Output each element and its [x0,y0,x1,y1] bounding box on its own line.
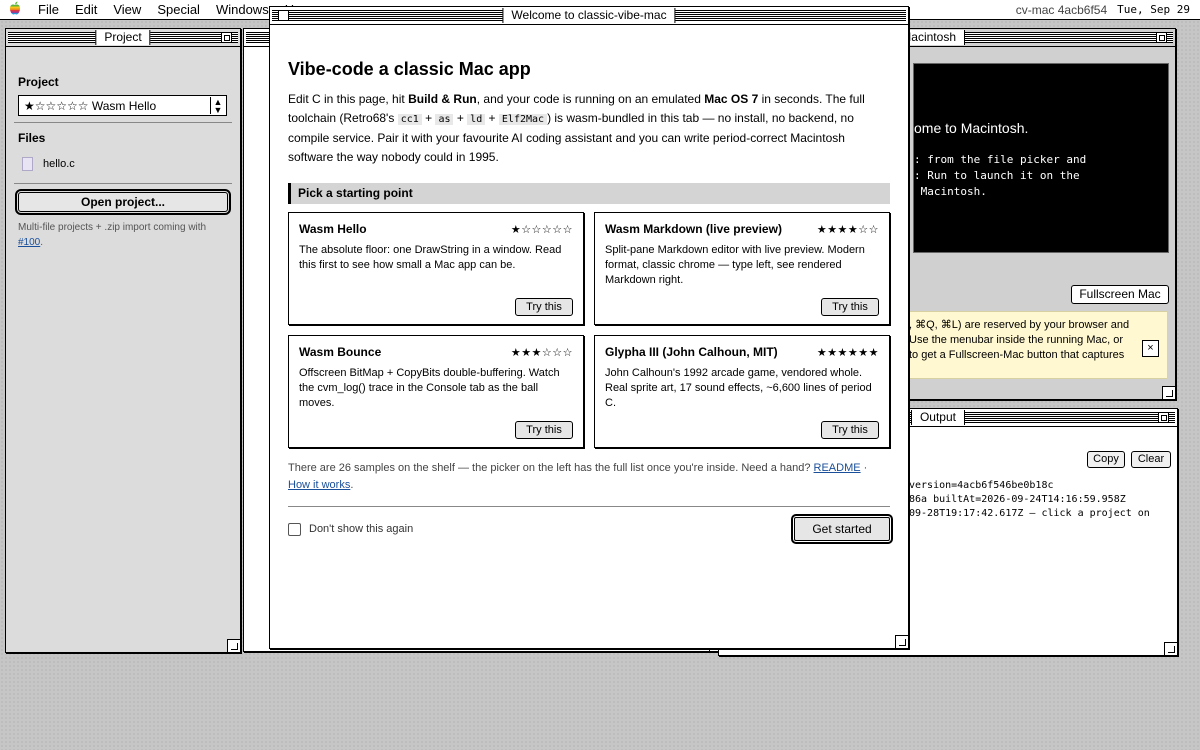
sample-card: Wasm Markdown (live preview) ★★★★☆☆ Spli… [594,212,890,325]
fullscreen-mac-button[interactable]: Fullscreen Mac [1071,285,1169,304]
select-arrows-icon: ▲ ▼ [210,97,225,115]
project-panel: Project ★☆☆☆☆☆ Wasm Hello ▲ ▼ Files hello… [6,47,240,262]
welcome-titlebar[interactable]: Welcome to classic-vibe-mac [270,7,908,25]
checkbox-label: Don't show this again [309,523,414,535]
sample-card: Glypha III (John Calhoun, MIT) ★★★★★★ Jo… [594,335,890,448]
try-this-button[interactable]: Try this [821,298,879,316]
copy-button[interactable]: Copy [1087,451,1125,468]
checkbox-icon[interactable] [288,522,301,536]
emulator-welcome-text: ome to Macintosh. [914,120,1029,136]
code-as: as [435,114,454,125]
project-select-value: ★☆☆☆☆☆ Wasm Hello [24,98,157,113]
menu-file[interactable]: File [30,0,67,20]
project-label: Project [18,75,59,89]
link-separator: · [860,462,868,474]
build-id: cv-mac 4acb6f54 [1015,3,1108,17]
macintosh-grow-box[interactable] [1162,386,1176,400]
get-started-button[interactable]: Get started [791,514,893,544]
import-note-end: . [40,237,44,248]
card-description: The absolute floor: one DrawString in a … [299,244,562,271]
card-title: Glypha III (John Calhoun, MIT) [605,345,778,359]
welcome-dialog: Welcome to classic-vibe-mac Vibe-code a … [269,6,909,649]
menu-edit[interactable]: Edit [67,0,105,20]
card-title: Wasm Markdown (live preview) [605,222,782,236]
card-description: Offscreen BitMap + CopyBits double-buffe… [299,367,560,409]
dialog-heading: Vibe-code a classic Mac app [288,59,531,79]
code-ld: ld [467,114,486,125]
card-description: John Calhoun's 1992 arcade game, vendore… [605,367,872,409]
samples-note: There are 26 samples on the shelf — the … [288,460,890,494]
dialog-intro: Edit C in this page, hit Build & Run, an… [288,90,890,167]
menu-windows[interactable]: Windows [208,0,277,20]
intro-build-run: Build & Run [408,92,477,106]
output-window-title: Output [910,410,965,425]
divider [14,183,232,184]
emulator-screen[interactable]: ome to Macintosh. : from the file picker… [913,63,1169,253]
readme-link[interactable]: README [814,462,861,474]
dialog-grow-box[interactable] [895,635,909,649]
intro-text: Edit C in this page, hit [288,92,409,106]
code-elf2mac: Elf2Mac [498,114,548,125]
menubar-clock: Tue, Sep 29 [1117,3,1190,16]
how-it-works-link[interactable]: How it works [288,479,350,491]
try-this-button[interactable]: Try this [515,298,573,316]
file-name: hello.c [43,158,75,170]
try-this-button[interactable]: Try this [515,421,573,439]
difficulty-stars: ★☆☆☆☆☆ [510,223,573,236]
open-project-button[interactable]: Open project... [15,189,231,215]
samples-note-text: There are 26 samples on the shelf — the … [288,462,814,474]
project-select[interactable]: ★☆☆☆☆☆ Wasm Hello ▲ ▼ [18,95,227,116]
project-titlebar[interactable]: Project [6,29,240,47]
output-grow-box[interactable] [1164,642,1178,656]
import-note-text: Multi-file projects + .zip import coming… [18,222,207,233]
issue-link[interactable]: #100 [18,237,40,248]
project-window: Project Project ★☆☆☆☆☆ Wasm Hello ▲ ▼ Fil… [5,28,241,653]
files-label: Files [18,131,46,145]
emulator-text: : from the file picker and : Run to laun… [914,153,1087,198]
card-title: Wasm Bounce [299,345,382,359]
close-box-icon[interactable] [278,10,289,21]
file-item[interactable]: hello.c [22,157,228,171]
try-this-button[interactable]: Try this [821,421,879,439]
project-window-title: Project [95,30,151,45]
intro-os: Mac OS 7 [704,92,759,106]
welcome-dialog-title: Welcome to classic-vibe-mac [502,8,676,23]
sample-card: Wasm Hello ★☆☆☆☆☆ The absolute floor: on… [288,212,584,325]
card-description: Split-pane Markdown editor with live pre… [605,244,865,286]
card-title: Wasm Hello [299,222,367,236]
samples-note-end: . [350,479,354,491]
divider [14,122,232,123]
import-note: Multi-file projects + .zip import coming… [18,220,228,250]
apple-icon[interactable] [0,1,30,18]
menu-view[interactable]: View [105,0,149,20]
divider [288,506,890,507]
difficulty-stars: ★★★★☆☆ [816,223,879,236]
pick-heading: Pick a starting point [288,183,890,204]
dont-show-again-checkbox[interactable]: Don't show this again [288,522,414,536]
project-grow-box[interactable] [227,639,241,653]
zoom-box-icon[interactable] [1158,412,1169,423]
close-icon[interactable]: × [1142,340,1159,357]
sample-card: Wasm Bounce ★★★☆☆☆ Offscreen BitMap + Co… [288,335,584,448]
shortcut-notice: , ⌘Q, ⌘L) are reserved by your browser a… [909,311,1167,379]
plus-sign: + [485,111,499,125]
intro-text: , and your code is running on an emulate… [476,92,705,106]
plus-sign: + [453,111,468,125]
difficulty-stars: ★★★★★★ [816,346,879,359]
plus-sign: + [421,111,436,125]
zoom-box-icon[interactable] [221,32,232,43]
console-output: version=4acb6f546be0b18c 86a builtAt=202… [909,480,1150,519]
difficulty-stars: ★★★☆☆☆ [510,346,573,359]
menu-special[interactable]: Special [149,0,208,20]
c-file-icon [22,157,33,171]
clear-button[interactable]: Clear [1131,451,1171,468]
code-cc1: cc1 [397,114,422,125]
sample-cards: Wasm Hello ★☆☆☆☆☆ The absolute floor: on… [288,212,890,448]
notice-text: , ⌘Q, ⌘L) are reserved by your browser a… [909,319,1130,361]
